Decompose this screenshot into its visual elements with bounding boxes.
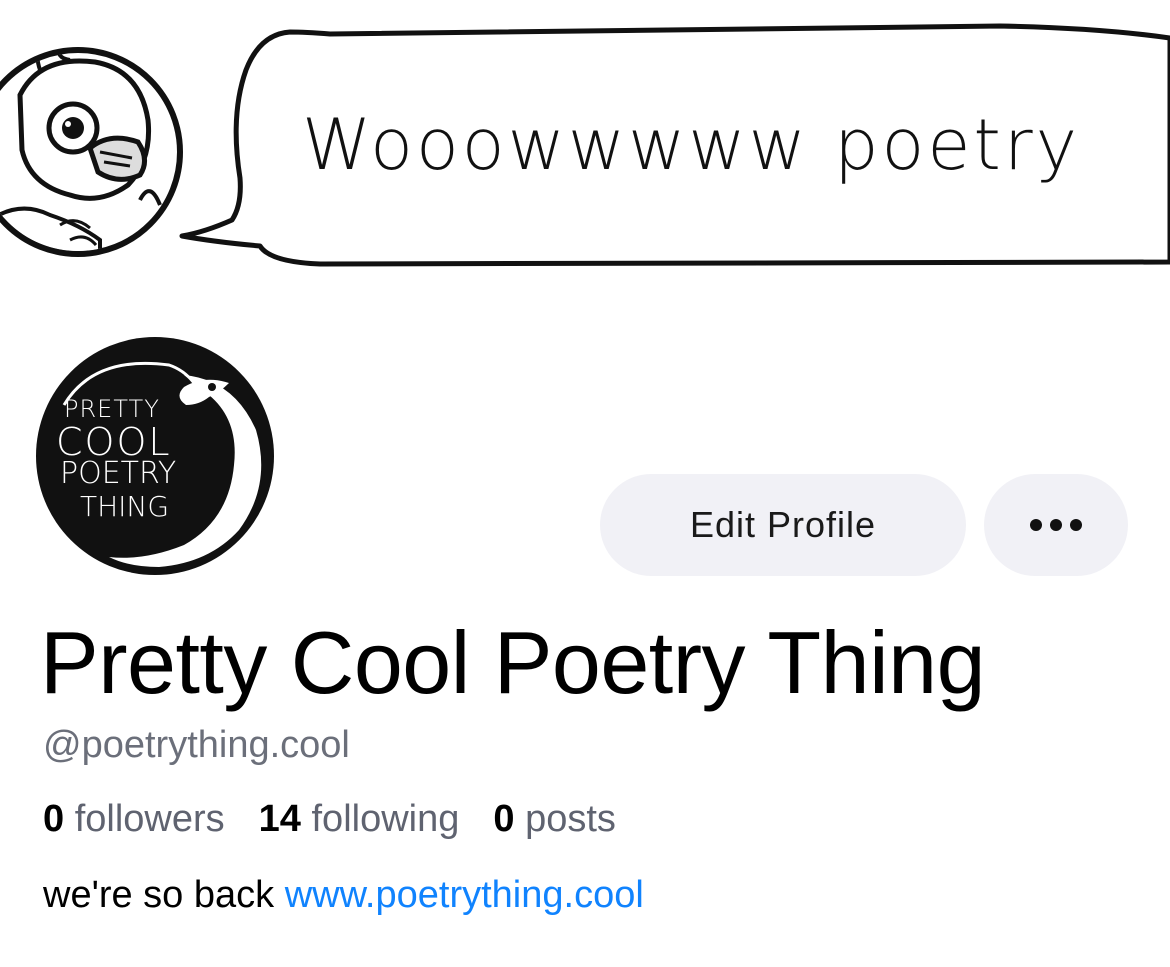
display-name: Pretty Cool Poetry Thing — [40, 613, 986, 712]
profile-bio: we're so back www.poetrything.cool — [43, 874, 644, 917]
followers-count: 0 — [43, 798, 65, 840]
bio-link[interactable]: www.poetrything.cool — [285, 874, 644, 916]
following-stat[interactable]: 14 following — [259, 798, 460, 841]
edit-profile-button[interactable]: Edit Profile — [600, 474, 966, 576]
more-options-button[interactable] — [984, 474, 1128, 576]
posts-label: posts — [525, 798, 616, 840]
profile-banner[interactable]: Wooowwwww poetry — [0, 0, 1170, 300]
following-count: 14 — [258, 798, 301, 840]
avatar-logo-line-1: PRETTY — [64, 395, 160, 423]
edit-profile-label: Edit Profile — [689, 504, 877, 545]
bird-character-illustration — [0, 47, 183, 257]
bio-text: we're so back — [43, 874, 285, 916]
ellipsis-icon — [1030, 519, 1082, 531]
following-label: following — [311, 798, 460, 840]
avatar[interactable]: PRETTY COOL POETRY THING — [34, 335, 276, 577]
profile-handle[interactable]: @poetrything.cool — [43, 724, 350, 767]
avatar-logo-line-3: POETRY — [60, 456, 177, 491]
posts-stat: 0 posts — [493, 798, 616, 841]
followers-label: followers — [74, 798, 225, 840]
profile-page: Wooowwwww poetry PRETTY COOL POETRY THIN… — [0, 0, 1170, 967]
profile-stats: 0 followers 14 following 0 posts — [43, 798, 616, 841]
speech-bubble-text: Wooowwwww poetry — [302, 104, 1081, 186]
avatar-logo-line-4: THING — [80, 490, 170, 523]
posts-count: 0 — [493, 798, 515, 840]
followers-stat[interactable]: 0 followers — [43, 798, 225, 841]
